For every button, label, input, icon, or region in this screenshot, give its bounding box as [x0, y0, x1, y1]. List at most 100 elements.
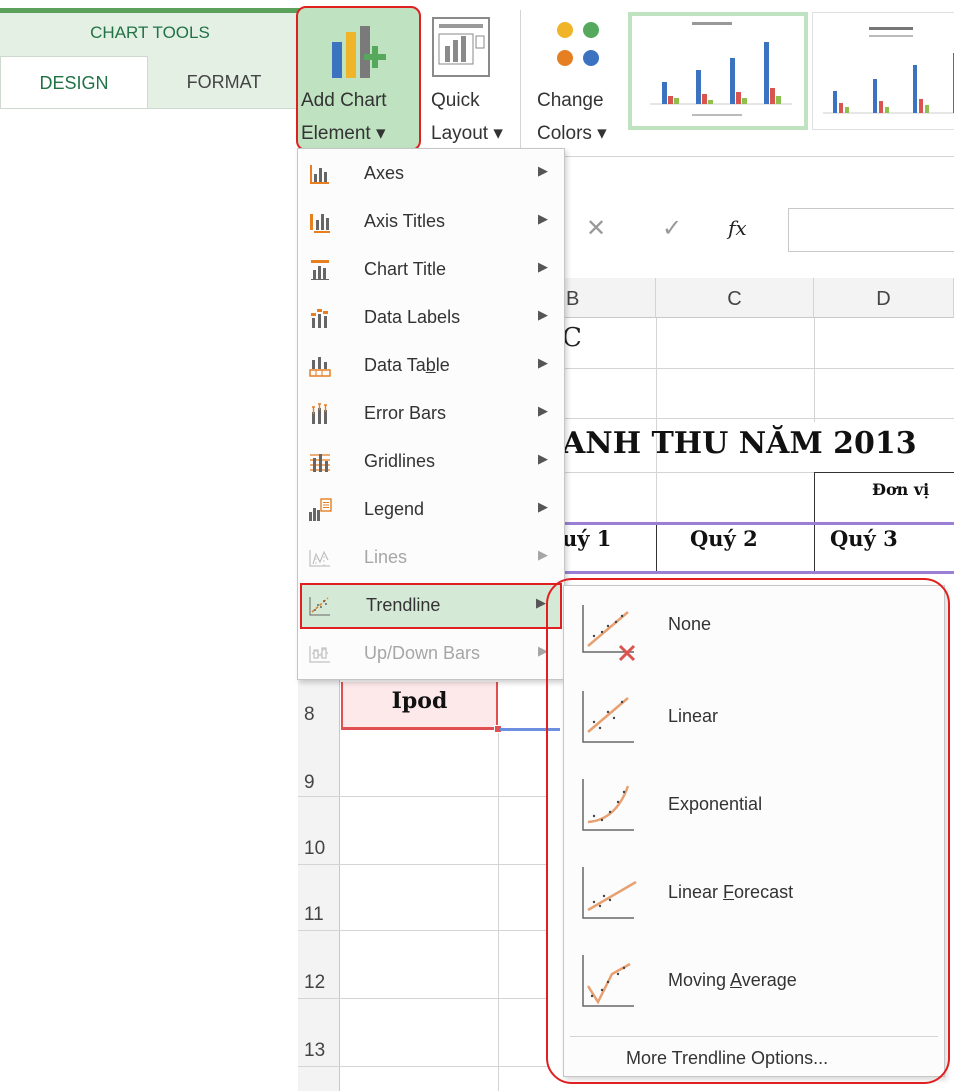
- row-header-11[interactable]: 11: [302, 904, 340, 926]
- ribbon: CHART TOOLS DESIGN FORMAT Add Chart Elem…: [0, 0, 954, 160]
- gridlines-icon: [310, 454, 330, 472]
- row-header-8[interactable]: 8: [302, 704, 340, 726]
- menu-item-label: Data Table: [364, 355, 450, 375]
- gridline: [814, 472, 815, 522]
- chart-style-thumbnail[interactable]: [812, 12, 954, 130]
- formula-bar: ✕ ✓ fx: [560, 208, 954, 252]
- menu-item-data-table[interactable]: Data Table ▶: [300, 343, 562, 389]
- gridline: [814, 318, 815, 422]
- gridline: [498, 730, 499, 1091]
- menu-item-gridlines[interactable]: Gridlines ▶: [300, 439, 562, 485]
- menu-item-label: Data Labels: [364, 307, 461, 327]
- submenu-arrow-icon: ▶: [536, 595, 546, 610]
- quick-layout-button[interactable]: Quick Layout ▾: [423, 6, 513, 151]
- submenu-arrow-icon: ▶: [538, 499, 548, 514]
- menu-item-label: Up/Down Bars: [364, 643, 481, 663]
- error-bars-icon: [312, 403, 327, 424]
- submenu-arrow-icon: ▶: [538, 451, 548, 466]
- gridline: [298, 864, 548, 865]
- menu-item-label: Chart Title: [364, 259, 447, 279]
- gridline: [656, 472, 657, 522]
- change-colors-icon: [557, 22, 599, 66]
- ribbon-group-separator: [520, 10, 521, 150]
- insert-function-icon[interactable]: fx: [728, 216, 747, 240]
- chart-style-preview-icon: [650, 22, 792, 116]
- gridline: [298, 930, 548, 931]
- column-header-c[interactable]: C: [656, 278, 814, 318]
- quick-layout-label-line2: Layout ▾: [431, 123, 503, 144]
- menu-item-label: Gridlines: [364, 451, 436, 471]
- menu-item-up-down-bars: Up/Down Bars ▶: [300, 631, 562, 677]
- chart-style-preview-icon: [823, 27, 954, 114]
- chart-style-thumbnail[interactable]: [628, 12, 808, 130]
- sheet-title[interactable]: ANH THU NĂM 2013: [562, 426, 917, 461]
- ribbon-tab-row: DESIGN FORMAT: [0, 56, 300, 109]
- add-chart-element-button[interactable]: Add Chart Element ▾: [296, 6, 421, 151]
- axis-titles-icon: [310, 214, 330, 233]
- up-down-bars-icon: [309, 646, 330, 663]
- row-header-9[interactable]: 9: [302, 772, 340, 794]
- cell-text: Ipod: [391, 688, 448, 714]
- chart-tools-context-label: CHART TOOLS: [0, 8, 300, 56]
- row-header-13[interactable]: 13: [302, 1040, 340, 1062]
- quick-layout-icon: [432, 17, 490, 77]
- submenu-arrow-icon: ▶: [538, 355, 548, 370]
- change-colors-label-line2: Colors ▾: [537, 123, 607, 144]
- tab-design[interactable]: DESIGN: [0, 56, 148, 109]
- menu-item-error-bars[interactable]: Error Bars ▶: [300, 391, 562, 437]
- cancel-entry-icon[interactable]: ✕: [586, 214, 606, 243]
- row-header-12[interactable]: 12: [302, 972, 340, 994]
- quarter-header[interactable]: Quý 2: [690, 526, 758, 551]
- submenu-arrow-icon: ▶: [538, 307, 548, 322]
- confirm-entry-icon[interactable]: ✓: [662, 214, 682, 243]
- callout-highlight: [546, 578, 950, 1084]
- trendline-icon: [309, 597, 330, 616]
- menu-item-label: Lines: [364, 547, 408, 567]
- submenu-arrow-icon: ▶: [538, 547, 548, 562]
- quarter-header[interactable]: Quý 3: [830, 526, 898, 551]
- tab-format[interactable]: FORMAT: [148, 56, 300, 109]
- tab-divider: [0, 108, 300, 109]
- menu-item-chart-title[interactable]: Chart Title ▶: [300, 247, 562, 293]
- gridline: [656, 525, 657, 571]
- chart-title-icon: [311, 260, 329, 280]
- menu-item-label: Error Bars: [364, 403, 447, 423]
- submenu-arrow-icon: ▶: [538, 259, 548, 274]
- column-header-b[interactable]: B: [560, 278, 656, 318]
- menu-item-label: Trendline: [366, 595, 441, 615]
- menu-item-label: Axis Titles: [364, 211, 446, 231]
- row-header-column: [298, 680, 340, 1091]
- submenu-arrow-icon: ▶: [538, 163, 548, 178]
- menu-item-axis-titles[interactable]: Axis Titles ▶: [300, 199, 562, 245]
- add-chart-element-label-line1: Add Chart: [301, 90, 387, 111]
- menu-item-legend[interactable]: Legend ▶: [300, 487, 562, 533]
- row-header-10[interactable]: 10: [302, 838, 340, 860]
- quick-layout-label-line1: Quick: [431, 90, 480, 111]
- menu-item-data-labels[interactable]: Data Labels ▶: [300, 295, 562, 341]
- change-colors-label-line1: Change: [537, 90, 604, 111]
- legend-icon: [309, 498, 332, 521]
- change-colors-button[interactable]: Change Colors ▾: [525, 6, 625, 151]
- column-header-d[interactable]: D: [814, 278, 954, 318]
- add-chart-element-label-line2: Element ▾: [301, 123, 386, 144]
- gridline: [298, 998, 548, 999]
- gridline: [298, 796, 548, 797]
- quarter-header[interactable]: uý 1: [562, 526, 611, 551]
- menu-item-lines: Lines ▶: [300, 535, 562, 581]
- menu-item-label: Axes: [364, 163, 405, 183]
- menu-item-label: Legend: [364, 499, 425, 519]
- gridline: [560, 418, 954, 419]
- submenu-arrow-icon: ▶: [538, 211, 548, 226]
- submenu-arrow-icon: ▶: [538, 403, 548, 418]
- lines-icon: [309, 550, 330, 567]
- selected-cell[interactable]: Ipod: [341, 682, 502, 733]
- gridline: [560, 368, 954, 369]
- data-table-icon: [309, 357, 331, 377]
- add-chart-element-menu: Axes ▶ Axis Titles ▶ Chart Title ▶ Data …: [297, 148, 565, 680]
- unit-label[interactable]: Đơn vị: [872, 480, 929, 499]
- formula-input[interactable]: [788, 208, 954, 252]
- menu-item-axes[interactable]: Axes ▶: [300, 151, 562, 197]
- gridline: [814, 525, 815, 571]
- menu-item-trendline[interactable]: Trendline ▶: [300, 583, 562, 629]
- gridline: [814, 472, 954, 473]
